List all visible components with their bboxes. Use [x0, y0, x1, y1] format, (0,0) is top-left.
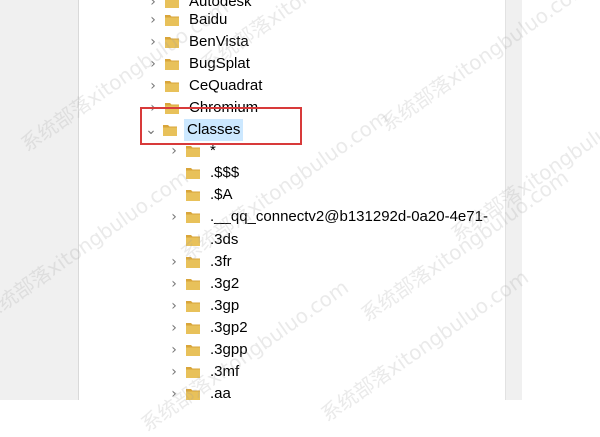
folder-icon	[164, 78, 180, 94]
tree-item-label: *	[210, 142, 216, 159]
expand-chevron-icon[interactable]: ›	[167, 251, 181, 273]
folder-icon	[185, 276, 201, 292]
tree-item-label: .3gp2	[210, 319, 248, 336]
folder-icon	[164, 56, 180, 72]
tree-item-label: .3ds	[210, 231, 239, 248]
tree-item-label: CeQuadrat	[189, 77, 263, 94]
expand-chevron-icon[interactable]: ›	[146, 75, 160, 97]
folder-icon	[164, 0, 180, 10]
folder-icon	[185, 364, 201, 380]
folder-icon	[185, 187, 201, 203]
expand-chevron-icon[interactable]: ›	[146, 31, 160, 53]
expand-chevron-icon	[167, 162, 181, 184]
tree-item-label: .$$$	[210, 164, 240, 181]
left-pane-gutter	[0, 0, 78, 400]
tree-item-label: Baidu	[189, 11, 228, 28]
tree-item-label: Classes	[184, 119, 244, 141]
folder-icon	[185, 386, 201, 400]
expand-chevron-icon	[167, 184, 181, 206]
values-pane	[522, 0, 600, 400]
tree-item-label: .3g2	[210, 275, 240, 292]
tree-item-label: .3mf	[210, 363, 240, 380]
vertical-scrollbar[interactable]	[505, 0, 522, 400]
expand-chevron-icon[interactable]: ›	[167, 140, 181, 162]
expand-chevron-icon[interactable]: ›	[167, 206, 181, 228]
expand-chevron-icon[interactable]: ›	[167, 339, 181, 361]
folder-icon	[185, 298, 201, 314]
expand-chevron-icon[interactable]: ›	[167, 295, 181, 317]
tree-item-label: .3gp	[210, 297, 240, 314]
registry-tree[interactable]: › Autodesk › Baidu › BenVista › BugSplat › CeQuad…	[79, 0, 504, 400]
collapse-chevron-icon[interactable]: ⌄	[144, 119, 158, 141]
folder-icon	[164, 12, 180, 28]
tree-item-label: .$A	[210, 186, 233, 203]
tree-item-label: BugSplat	[189, 55, 250, 72]
folder-icon	[185, 209, 201, 225]
folder-icon	[164, 34, 180, 50]
tree-item-label: Chromium	[189, 99, 259, 116]
tree-item-label: .3gpp	[210, 341, 248, 358]
tree-item-label: .3fr	[210, 253, 232, 270]
folder-icon	[185, 143, 201, 159]
folder-icon	[185, 254, 201, 270]
folder-icon	[185, 232, 201, 248]
tree-item-label: .aa	[210, 385, 231, 400]
folder-icon	[185, 165, 201, 181]
folder-icon	[162, 122, 178, 138]
expand-chevron-icon[interactable]: ›	[146, 53, 160, 75]
folder-icon	[185, 320, 201, 336]
expand-chevron-icon	[167, 229, 181, 251]
folder-icon	[164, 100, 180, 116]
expand-chevron-icon[interactable]: ›	[167, 383, 181, 400]
expand-chevron-icon[interactable]: ›	[146, 97, 160, 119]
tree-item-label: .__qq_connectv2@b131292d-0a20-4e71-	[210, 208, 488, 225]
tree-item-label: BenVista	[189, 33, 249, 50]
expand-chevron-icon[interactable]: ›	[146, 9, 160, 31]
expand-chevron-icon[interactable]: ›	[167, 273, 181, 295]
folder-icon	[185, 342, 201, 358]
expand-chevron-icon[interactable]: ›	[167, 317, 181, 339]
expand-chevron-icon[interactable]: ›	[167, 361, 181, 383]
